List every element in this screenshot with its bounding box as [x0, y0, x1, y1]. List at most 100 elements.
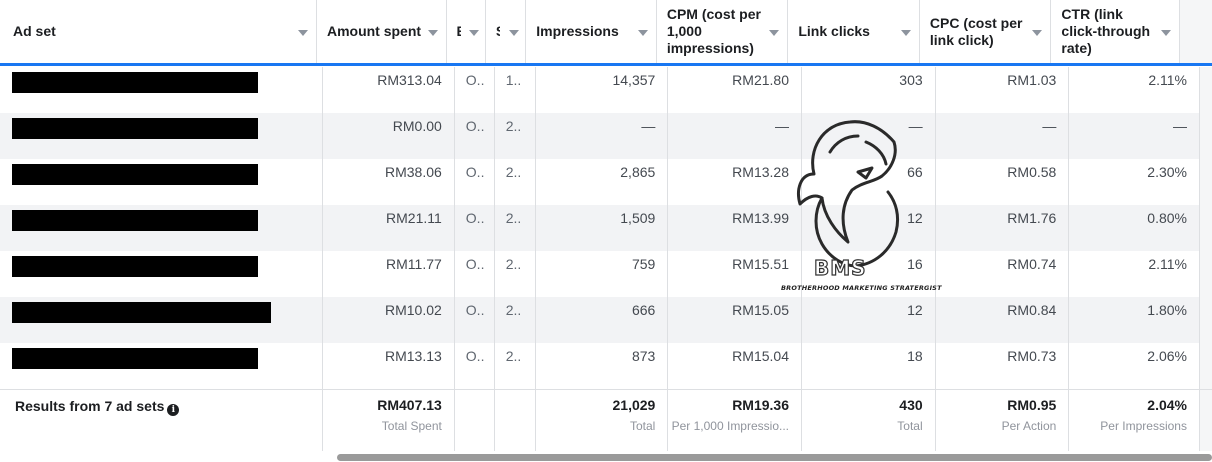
footer-cpm: RM19.36 Per 1,000 Impressio... [668, 390, 802, 451]
cell-clicks: 12 [802, 205, 936, 251]
cell-cpc: — [936, 113, 1070, 159]
cell-impressions: — [536, 113, 669, 159]
sort-arrow-icon[interactable] [468, 30, 479, 36]
col-header-link-clicks[interactable]: Link clicks [788, 0, 920, 63]
col-header-label: Impressions [536, 23, 619, 39]
footer-ctr: 2.04% Per Impressions [1069, 390, 1200, 451]
footer-impressions-value: 21,029 [612, 397, 656, 413]
horizontal-scrollbar-thumb[interactable] [337, 454, 1212, 461]
footer-amount: RM407.13 Total Spent [323, 390, 455, 451]
cell-clicks: 66 [802, 159, 936, 205]
table-row[interactable]: RM38.06 O.. 2.. 2,865 RM13.28 66 RM0.58 2.30% [0, 159, 1212, 205]
redacted-ad-set-name[interactable] [12, 72, 258, 93]
ad-set-name-cell [0, 159, 324, 205]
cell-ctr: — [1069, 113, 1200, 159]
footer-cpc: RM0.95 Per Action [936, 390, 1070, 451]
info-icon[interactable]: i [167, 404, 180, 416]
cell-ctr: 2.11% [1069, 251, 1200, 297]
header-filler [1180, 0, 1212, 63]
footer-impressions-sub: Total [629, 419, 656, 433]
table-row[interactable]: RM313.04 O.. 1.. 14,357 RM21.80 303 RM1.03 2.11… [0, 67, 1212, 113]
sort-arrow-icon[interactable] [1032, 30, 1043, 36]
cell-ctr: 2.11% [1069, 67, 1200, 113]
cell-cpm: — [668, 113, 802, 159]
cell-impressions: 14,357 [536, 67, 669, 113]
cell-cpm: RM13.99 [668, 205, 802, 251]
cell-amount: RM38.06 [323, 159, 455, 205]
ad-set-name-cell [0, 67, 324, 113]
cell-clicks: — [802, 113, 936, 159]
footer-clicks-sub: Total [897, 419, 923, 433]
redacted-ad-set-name[interactable] [12, 256, 258, 277]
footer-filler [1199, 390, 1212, 451]
col-header-cpm[interactable]: CPM (cost per 1,000 impressions) [657, 0, 789, 63]
col-header-cpc[interactable]: CPC (cost per link click) [920, 0, 1052, 63]
col-header-impressions[interactable]: Impressions [526, 0, 657, 63]
ad-set-name-cell [0, 113, 324, 159]
cell-ctr: 0.80% [1069, 205, 1200, 251]
ad-set-name-cell [0, 205, 324, 251]
cell-clicks: 12 [802, 297, 936, 343]
cell-cpc: RM1.76 [936, 205, 1070, 251]
cell-s: 2.. [495, 343, 536, 389]
cell-cpc: RM0.74 [936, 251, 1070, 297]
cell-impressions: 1,509 [536, 205, 669, 251]
col-header-e[interactable]: E [447, 0, 486, 63]
table-row[interactable]: RM13.13 O.. 2.. 873 RM15.04 18 RM0.73 2.06% [0, 343, 1212, 389]
col-header-label: CPM (cost per 1,000 impressions) [666, 6, 761, 56]
table-row[interactable]: RM11.77 O.. 2.. 759 RM15.51 16 RM0.74 2.11% [0, 251, 1212, 297]
redacted-ad-set-name[interactable] [12, 210, 258, 231]
cell-impressions: 666 [536, 297, 669, 343]
sort-arrow-icon[interactable] [1161, 30, 1172, 36]
sort-arrow-icon[interactable] [900, 30, 911, 36]
redacted-ad-set-name[interactable] [12, 164, 258, 185]
row-filler [1200, 343, 1212, 389]
cell-e: O.. [455, 67, 495, 113]
footer-label-cell: Results from 7 ad sets i [0, 390, 324, 451]
footer-ctr-value: 2.04% [1147, 397, 1187, 413]
cell-s: 2.. [495, 113, 536, 159]
cell-clicks: 303 [802, 67, 936, 113]
redacted-ad-set-name[interactable] [12, 348, 258, 369]
table-footer-totals: Results from 7 ad sets i RM407.13 Total S… [0, 389, 1212, 451]
cell-cpc: RM0.58 [936, 159, 1070, 205]
footer-amount-value: RM407.13 [377, 397, 442, 413]
redacted-ad-set-name[interactable] [12, 302, 271, 323]
cell-amount: RM0.00 [323, 113, 455, 159]
table-row[interactable]: RM0.00 O.. 2.. — — — — — [0, 113, 1212, 159]
cell-amount: RM21.11 [323, 205, 455, 251]
ad-set-name-cell [0, 297, 324, 343]
col-header-ctr[interactable]: CTR (link click-through rate) [1051, 0, 1181, 63]
col-header-label: S [496, 23, 500, 40]
row-filler [1200, 67, 1212, 113]
cell-cpc: RM0.84 [936, 297, 1070, 343]
col-header-ad-set[interactable]: Ad set [0, 0, 317, 63]
footer-cpc-sub: Per Action [1001, 419, 1057, 433]
cell-cpm: RM13.28 [668, 159, 802, 205]
cell-ctr: 2.30% [1069, 159, 1200, 205]
sort-arrow-icon[interactable] [427, 30, 438, 36]
sort-arrow-icon[interactable] [637, 30, 648, 36]
cell-impressions: 759 [536, 251, 669, 297]
col-header-s[interactable]: S [486, 0, 527, 63]
sort-arrow-icon[interactable] [509, 30, 520, 36]
watermark-logo-text: BMS [813, 255, 867, 280]
table-row[interactable]: RM10.02 O.. 2.. 666 RM15.05 12 RM0.84 1.80% [0, 297, 1212, 343]
footer-cpm-value: RM19.36 [732, 397, 789, 413]
footer-ctr-sub: Per Impressions [1100, 419, 1187, 433]
cell-amount: RM313.04 [323, 67, 455, 113]
sort-arrow-icon[interactable] [297, 30, 308, 36]
col-header-label: E [457, 23, 461, 40]
ad-set-name-cell [0, 251, 324, 297]
row-filler [1200, 113, 1212, 159]
table-row[interactable]: RM21.11 O.. 2.. 1,509 RM13.99 12 RM1.76 0.80% [0, 205, 1212, 251]
redacted-ad-set-name[interactable] [12, 118, 258, 139]
cell-clicks: 18 [802, 343, 936, 389]
cell-cpm: RM21.80 [668, 67, 802, 113]
table-header: Ad set Amount spent E S Impressions CPM … [0, 0, 1212, 66]
sort-arrow-icon[interactable] [769, 30, 780, 36]
ad-set-name-cell [0, 343, 324, 389]
col-header-label: Amount spent [326, 23, 422, 39]
col-header-label: Ad set [13, 23, 56, 39]
col-header-amount-spent[interactable]: Amount spent [317, 0, 447, 63]
